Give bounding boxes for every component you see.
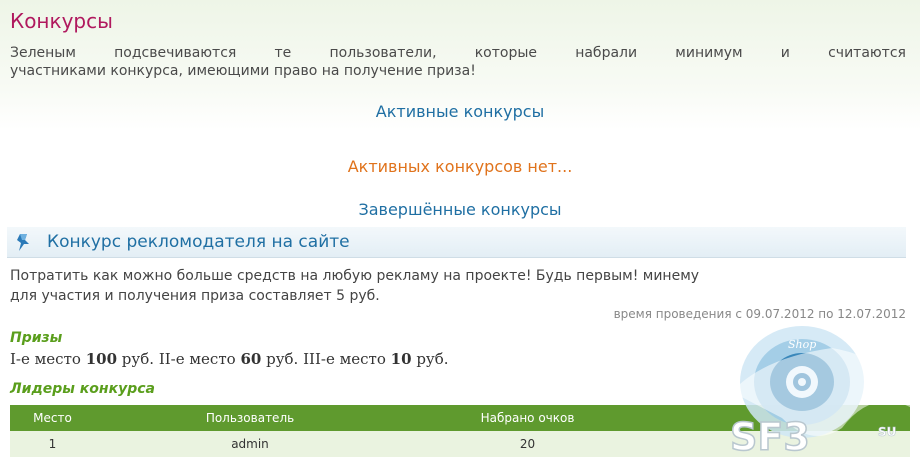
cell-place: 1 bbox=[10, 431, 95, 457]
page-title: Конкурсы bbox=[10, 9, 113, 33]
intro-word: пользователи, bbox=[329, 45, 437, 61]
prize-amount: 100 bbox=[85, 350, 118, 368]
watermark-shop: Shop bbox=[788, 338, 816, 351]
intro-line-2: участниками конкурса, имеющими право на … bbox=[10, 63, 476, 79]
intro-word: Зеленым bbox=[10, 45, 76, 61]
prizes-list: I-е место 100 руб. II-е место 60 руб. II… bbox=[10, 350, 449, 368]
contest-header: Конкурс рекломодателя на сайте bbox=[7, 227, 906, 258]
prize-unit: руб. bbox=[121, 350, 155, 368]
intro-text: Зеленым подсвечиваются те пользователи, … bbox=[10, 44, 906, 80]
watermark-tld: SU bbox=[878, 425, 896, 439]
sf3-watermark-logo: Shop SF3 SU bbox=[729, 326, 912, 460]
finished-contests-link[interactable]: Завершённые конкурсы bbox=[0, 200, 920, 219]
intro-word: считаются bbox=[828, 45, 906, 61]
intro-word: которые bbox=[474, 45, 538, 61]
intro-line-1: Зеленым подсвечиваются те пользователи, … bbox=[10, 44, 906, 62]
active-contests-link[interactable]: Активные конкурсы bbox=[0, 102, 920, 121]
prize-place: II-е место bbox=[158, 350, 236, 368]
prize-amount: 60 bbox=[240, 350, 262, 368]
cell-points: 20 bbox=[405, 431, 650, 457]
intro-word: набрали bbox=[575, 45, 638, 61]
no-active-contests-message: Активных конкурсов нет... bbox=[347, 157, 573, 176]
contest-description-line: для участия и получения приза составляет… bbox=[10, 288, 380, 304]
cell-user: admin bbox=[95, 431, 405, 457]
pin-icon bbox=[17, 234, 29, 251]
prize-unit: руб. bbox=[416, 350, 449, 368]
prize-unit: руб. bbox=[266, 350, 299, 368]
intro-word: и bbox=[780, 45, 790, 61]
column-header-points: Набрано очков bbox=[405, 405, 650, 431]
column-header-user: Пользователь bbox=[95, 405, 405, 431]
watermark-brand: SF3 bbox=[730, 415, 810, 459]
prizes-heading: Призы bbox=[10, 330, 63, 346]
intro-word: те bbox=[274, 45, 292, 61]
contest-description: Потратить как можно больше средств на лю… bbox=[10, 266, 906, 306]
intro-word: подсвечиваются bbox=[114, 45, 237, 61]
leaders-heading: Лидеры конкурса bbox=[10, 381, 155, 397]
contest-description-line: Потратить как можно больше средств на лю… bbox=[10, 268, 700, 284]
column-header-place: Место bbox=[10, 405, 95, 431]
intro-word: минимум bbox=[675, 45, 743, 61]
prize-place: III-е место bbox=[303, 350, 386, 368]
prize-place: I-е место bbox=[10, 350, 81, 368]
prize-amount: 10 bbox=[390, 350, 412, 368]
contest-title[interactable]: Конкурс рекломодателя на сайте bbox=[47, 232, 350, 252]
